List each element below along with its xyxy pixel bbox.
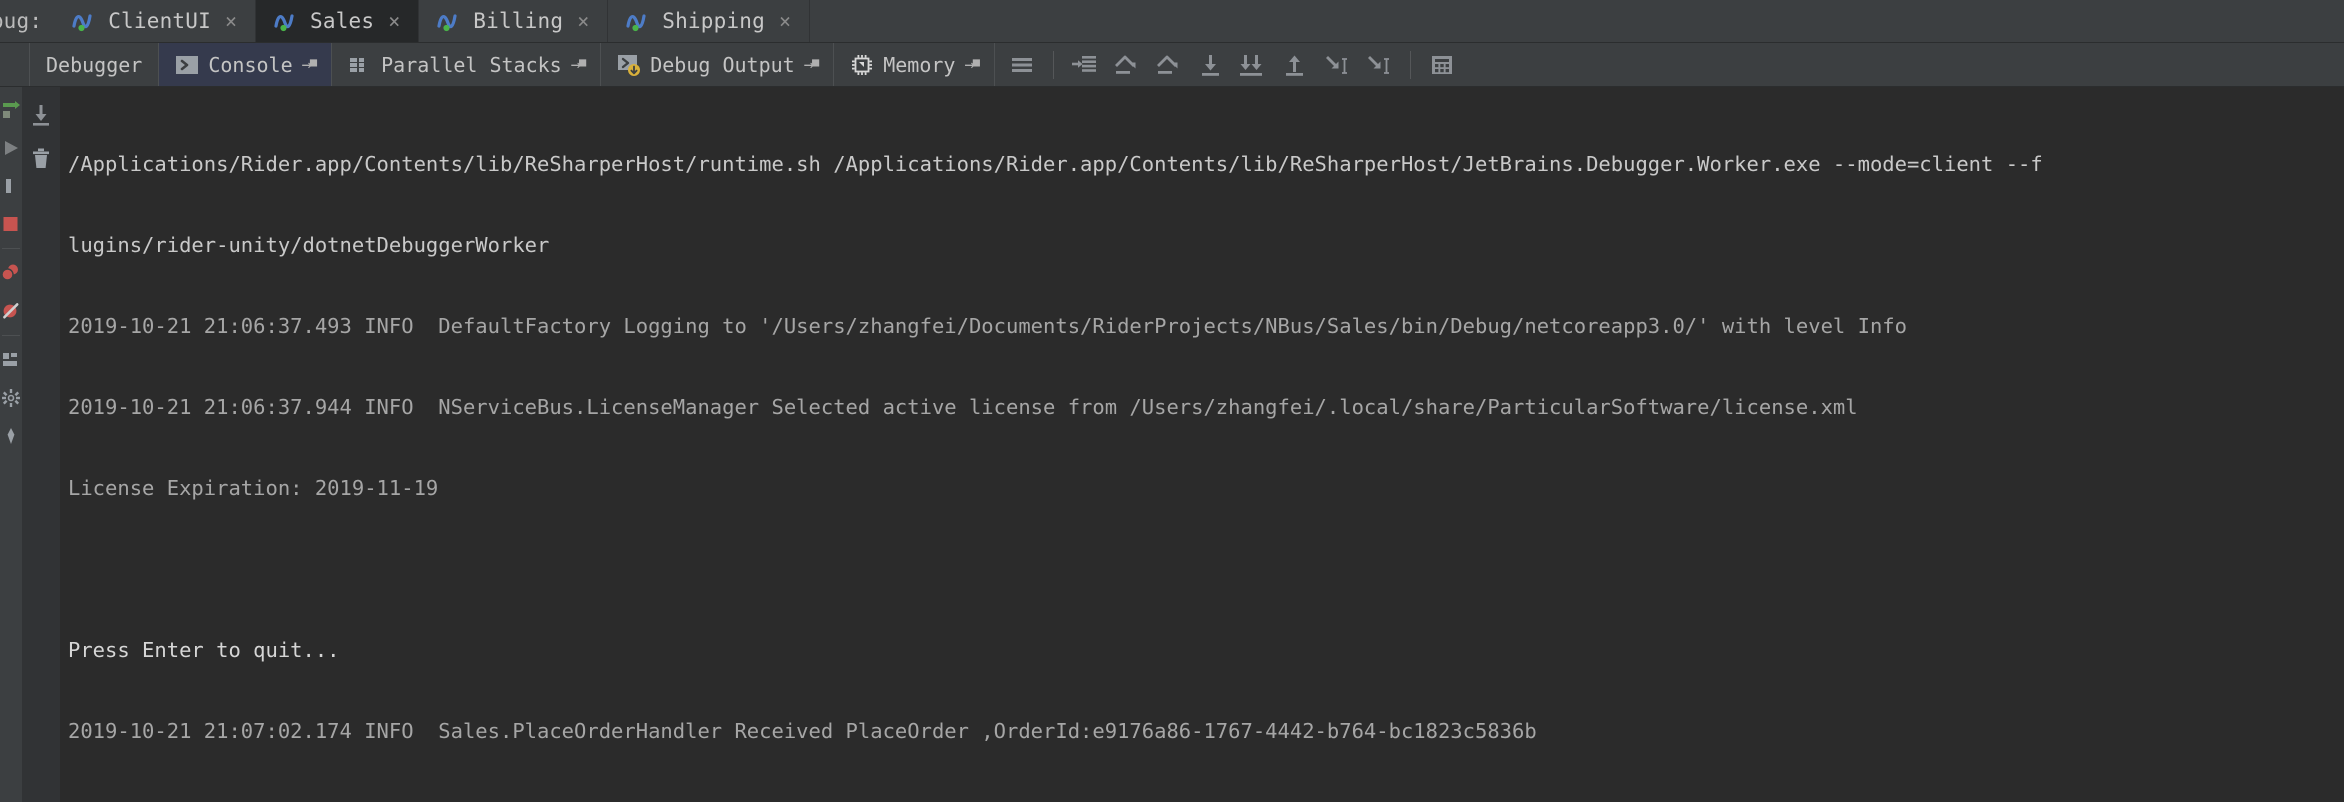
force-step-over-icon[interactable] (1148, 46, 1190, 84)
resume-program-icon[interactable] (0, 129, 22, 167)
tab-debug-output-label: Debug Output (650, 52, 795, 77)
nservicebus-icon (72, 10, 98, 32)
console-line: Press Enter to quit... (68, 638, 340, 662)
layout-settings-icon[interactable] (0, 341, 22, 379)
tab-parallel-stacks[interactable]: Parallel Stacks →■ (332, 43, 602, 86)
debug-step-actions (995, 43, 1469, 86)
tab-console[interactable]: Console →■ (159, 43, 333, 86)
console-line-blank (68, 556, 2344, 583)
scroll-to-end-icon[interactable] (22, 93, 60, 137)
trash-icon[interactable] (22, 137, 60, 181)
mute-breakpoints-icon[interactable] (0, 292, 22, 330)
console-gutter-actions (22, 87, 60, 802)
tab-console-label: Console (208, 52, 293, 77)
nservicebus-icon (626, 10, 652, 32)
show-all-frames-icon[interactable] (1001, 46, 1043, 84)
debug-toolbar: Debugger Console →■ Parallel Stacks →■ D… (0, 42, 2344, 87)
debug-label: ebug: (0, 9, 43, 33)
session-tab-label: Billing (473, 9, 564, 33)
divider (2, 335, 20, 336)
close-icon[interactable]: × (225, 9, 237, 33)
step-over-arc-icon[interactable] (1106, 46, 1148, 84)
console-line: 2019-10-21 21:06:37.493 INFO DefaultFact… (68, 314, 1907, 338)
nservicebus-icon (437, 10, 463, 32)
pin-tab-icon[interactable]: →■ (964, 55, 980, 75)
console-line: 2019-10-21 21:06:37.944 INFO NServiceBus… (68, 395, 1858, 419)
console-line: License Expiration: 2019-11-19 (68, 476, 439, 500)
console-line: /Applications/Rider.app/Contents/lib/ReS… (68, 152, 2043, 176)
pin-tab-icon[interactable]: →■ (302, 55, 318, 75)
toolbar-gutter (0, 43, 30, 86)
grid-stack-icon (348, 53, 372, 77)
tab-parallel-stacks-label: Parallel Stacks (381, 52, 562, 77)
console-line: 2019-10-21 21:07:02.174 INFO Sales.Place… (68, 719, 1537, 743)
console-icon (175, 53, 199, 77)
step-into-icon[interactable] (1190, 46, 1232, 84)
console-down-icon (617, 53, 641, 77)
toolbar-divider (1052, 50, 1054, 79)
divider (2, 248, 20, 249)
session-tab-label: Shipping (662, 9, 765, 33)
view-breakpoints-icon[interactable] (0, 254, 22, 292)
nservicebus-icon (274, 10, 300, 32)
session-tab-label: ClientUI (108, 9, 211, 33)
tab-memory[interactable]: Memory →■ (834, 43, 995, 86)
close-icon[interactable]: × (779, 9, 791, 33)
force-step-into-icon[interactable] (1232, 46, 1274, 84)
run-to-cursor-icon[interactable] (1316, 46, 1358, 84)
rerun-icon[interactable] (0, 91, 22, 129)
pin-tab-icon[interactable]: →■ (804, 55, 820, 75)
console-line: lugins/rider-unity/dotnetDebuggerWorker (68, 233, 550, 257)
console-output[interactable]: /Applications/Rider.app/Contents/lib/ReS… (60, 87, 2344, 802)
step-out-icon[interactable] (1274, 46, 1316, 84)
session-tab-shipping[interactable]: Shipping × (608, 0, 811, 42)
session-tab-clientui[interactable]: ClientUI × (54, 0, 257, 42)
toolbar-divider (1409, 50, 1411, 79)
session-tab-label: Sales (310, 9, 375, 33)
tab-debug-output[interactable]: Debug Output →■ (601, 43, 835, 86)
debug-session-tabstrip: ebug: ClientUI × Sales × Bi (0, 0, 2344, 42)
tab-debugger-label: Debugger (46, 52, 143, 77)
force-run-to-cursor-icon[interactable] (1358, 46, 1400, 84)
close-icon[interactable]: × (388, 9, 400, 33)
chip-icon (850, 53, 874, 77)
evaluate-expression-icon[interactable] (1421, 46, 1463, 84)
pause-program-icon[interactable] (0, 167, 22, 205)
settings-gear-icon[interactable] (0, 379, 22, 417)
tab-memory-label: Memory (883, 52, 956, 77)
close-icon[interactable]: × (577, 9, 589, 33)
session-tab-billing[interactable]: Billing × (419, 0, 609, 42)
pin-tab-icon[interactable] (0, 417, 22, 455)
tab-debugger[interactable]: Debugger (30, 43, 160, 86)
stop-icon[interactable] (0, 205, 22, 243)
pin-tab-icon[interactable]: →■ (571, 55, 587, 75)
debug-side-actions (0, 87, 22, 802)
session-tab-sales[interactable]: Sales × (256, 0, 420, 42)
console-pane: /Applications/Rider.app/Contents/lib/ReS… (22, 87, 2344, 802)
step-over-icon[interactable] (1064, 46, 1106, 84)
